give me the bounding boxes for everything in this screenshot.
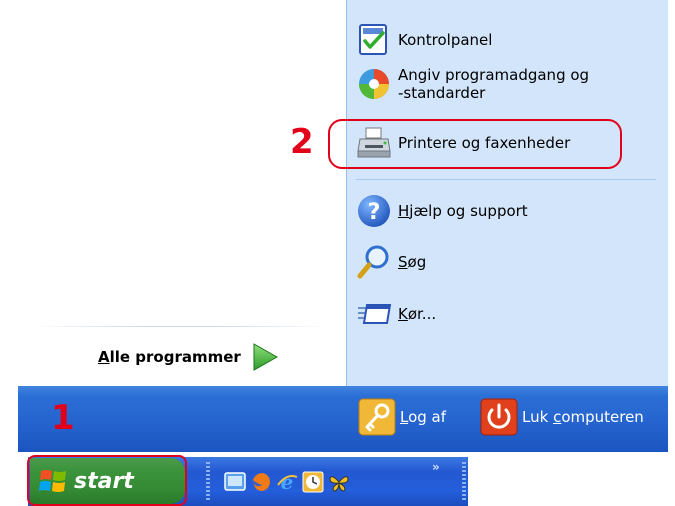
quick-launch-overflow-chevron[interactable]: » <box>432 460 440 474</box>
right-pane-separator <box>356 179 656 180</box>
firefox-icon[interactable] <box>250 471 272 493</box>
control-panel-icon <box>359 24 387 55</box>
menu-item-koer[interactable]: Kør... <box>356 296 436 332</box>
log-off-button[interactable]: Log af <box>358 398 446 436</box>
run-icon <box>358 304 392 324</box>
clock-icon[interactable] <box>302 471 324 493</box>
koer-label: Kør... <box>398 305 437 323</box>
callout-start <box>27 455 187 506</box>
menu-item-soeg[interactable]: Søg <box>356 244 426 280</box>
shut-down-button[interactable]: Luk computeren <box>480 398 644 436</box>
step-1-number: 1 <box>51 398 75 438</box>
callout-printere <box>328 119 622 169</box>
svg-text:?: ? <box>368 200 381 225</box>
help-icon: ? <box>358 195 390 227</box>
internet-explorer-icon[interactable]: e <box>276 471 298 493</box>
quick-launch-grip-right[interactable] <box>462 462 466 502</box>
menu-item-hjaelp[interactable]: ? Hjælp og support <box>356 193 528 229</box>
key-icon <box>358 398 396 436</box>
green-arrow-icon <box>253 343 278 371</box>
svg-text:e: e <box>281 471 294 493</box>
soeg-label: Søg <box>398 253 427 271</box>
start-menu-left-pane <box>18 0 346 386</box>
search-icon <box>357 245 389 279</box>
kontrolpanel-label: Kontrolpanel <box>398 31 493 49</box>
menu-item-kontrolpanel[interactable]: Kontrolpanel <box>356 22 492 58</box>
show-desktop-icon[interactable] <box>224 471 246 493</box>
hjaelp-label: Hjælp og support <box>398 202 528 220</box>
programadgang-label: Angiv programadgang og -standarder <box>398 66 590 102</box>
power-icon <box>480 398 518 436</box>
log-off-label: Log af <box>400 408 447 426</box>
step-2-number: 2 <box>290 122 314 162</box>
all-programs-button[interactable]: Alle programmer <box>98 339 279 375</box>
all-programs-label: Alle programmer <box>98 348 241 366</box>
shut-down-label: Luk computeren <box>522 408 644 426</box>
program-access-icon <box>359 69 389 99</box>
quick-launch-grip-left[interactable] <box>206 462 210 502</box>
butterfly-icon[interactable] <box>328 471 350 493</box>
menu-item-programadgang[interactable]: Angiv programadgang og -standarder <box>356 66 589 102</box>
left-pane-separator <box>30 326 330 327</box>
